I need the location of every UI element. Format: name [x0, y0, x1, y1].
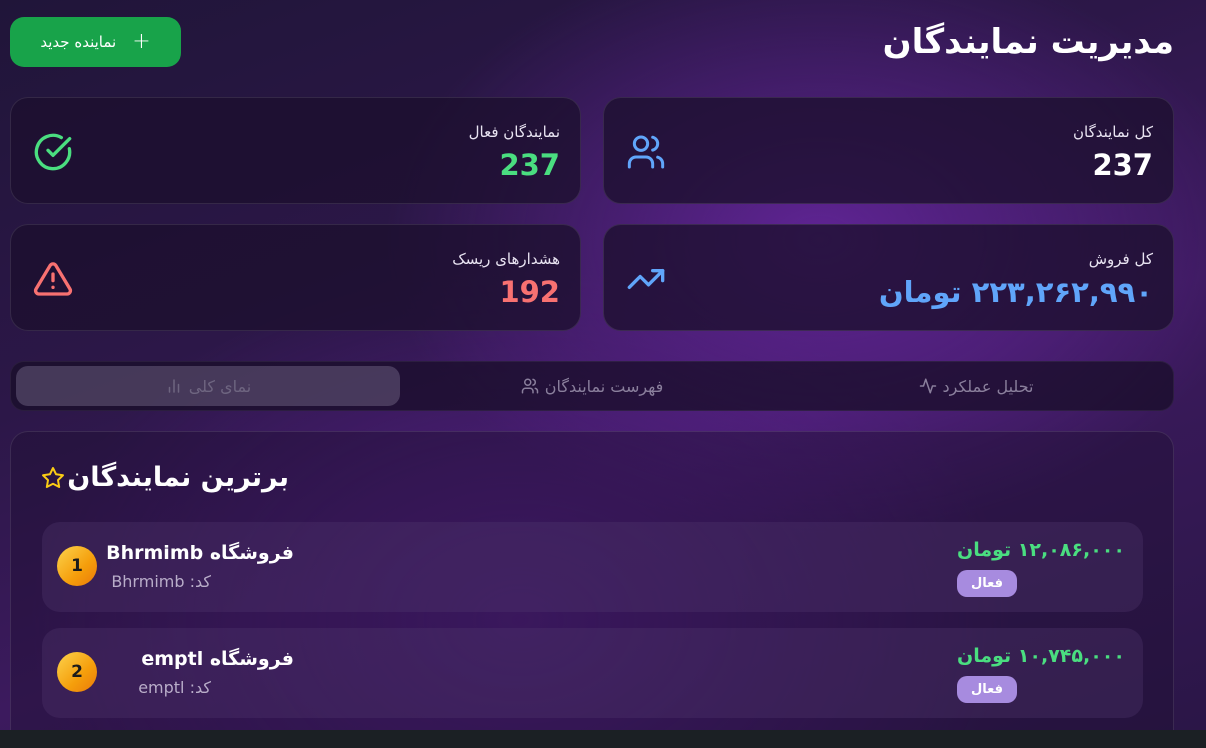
top-representatives-panel: برترین نمایندگان 1 فروشگاه Bhrmimb کد: B… — [10, 431, 1174, 748]
status-badge: فعال — [957, 570, 1017, 597]
top-representatives-title: برترین نمایندگان — [41, 462, 289, 493]
warning-icon — [33, 262, 73, 296]
stat-risk-label: هشدارهای ریسک — [452, 250, 560, 268]
stat-total-value: 237 — [1092, 148, 1153, 182]
activity-icon — [919, 378, 936, 394]
tab-performance-analysis[interactable]: تحلیل عملکرد — [784, 366, 1168, 406]
status-badge: فعال — [957, 676, 1017, 703]
page-header: مدیریت نمایندگان + نماینده جدید — [10, 17, 1174, 67]
trending-up-icon — [627, 269, 665, 289]
list-item[interactable]: 1 فروشگاه Bhrmimb کد: Bhrmimb ۱۲,۰۸۶,۰۰۰… — [42, 522, 1143, 612]
rank-badge: 2 — [57, 652, 97, 692]
stat-active-value: 237 — [499, 148, 560, 182]
rank-badge: 1 — [57, 546, 97, 586]
view-tabs: تحلیل عملکرد فهرست نمایندگان نمای کلی — [10, 361, 1174, 411]
stat-total-label: کل نمایندگان — [1073, 123, 1153, 141]
representative-name: فروشگاه emptl — [141, 648, 294, 670]
tab-representatives-list[interactable]: فهرست نمایندگان — [400, 366, 784, 406]
representative-sales: ۱۲,۰۸۶,۰۰۰ تومان — [957, 539, 1125, 561]
tab-overview-label: نمای کلی — [188, 376, 252, 396]
new-representative-button[interactable]: + نماینده جدید — [10, 17, 181, 67]
stat-card-risk: هشدارهای ریسک 192 — [10, 224, 581, 331]
tab-list-label: فهرست نمایندگان — [544, 376, 664, 396]
stat-active-label: نمایندگان فعال — [468, 123, 560, 141]
stat-card-sales: کل فروش ۲۲۳,۲۶۲,۹۹۰ تومان — [603, 224, 1174, 331]
representative-sales: ۱۰,۷۴۵,۰۰۰ تومان — [957, 645, 1125, 667]
bar-chart-icon — [168, 379, 180, 393]
plus-icon: + — [132, 29, 151, 54]
representative-name: فروشگاه Bhrmimb — [106, 542, 294, 564]
page-title: مدیریت نمایندگان — [882, 22, 1174, 62]
users-icon — [627, 135, 665, 169]
taskbar — [0, 730, 1206, 748]
top-representatives-title-text: برترین نمایندگان — [67, 462, 289, 493]
tab-overview[interactable]: نمای کلی — [16, 366, 400, 406]
stat-risk-value: 192 — [499, 275, 560, 309]
list-item[interactable]: 2 فروشگاه emptl کد: emptl ۱۰,۷۴۵,۰۰۰ توم… — [42, 628, 1143, 718]
tab-performance-label: تحلیل عملکرد — [942, 376, 1034, 396]
stat-card-total: کل نمایندگان 237 — [603, 97, 1174, 204]
star-icon — [42, 466, 65, 488]
stat-sales-value: ۲۲۳,۲۶۲,۹۹۰ تومان — [878, 275, 1153, 309]
stat-card-active: نمایندگان فعال 237 — [10, 97, 581, 204]
users-icon — [521, 378, 538, 394]
check-circle-icon — [34, 133, 72, 171]
representative-code: کد: Bhrmimb — [111, 572, 211, 591]
representative-code: کد: emptl — [138, 678, 211, 697]
stat-sales-label: کل فروش — [1088, 250, 1153, 268]
new-representative-label: نماینده جدید — [40, 33, 117, 51]
